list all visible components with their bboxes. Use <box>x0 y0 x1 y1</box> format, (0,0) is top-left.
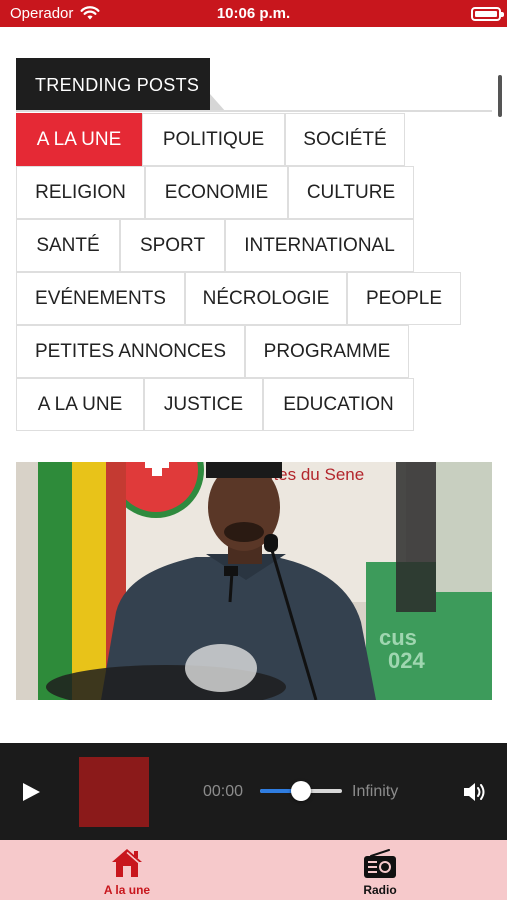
category-programme[interactable]: PROGRAMME <box>245 325 409 378</box>
category-petites-annonces[interactable]: PETITES ANNONCES <box>16 325 245 378</box>
category-sante[interactable]: SANTÉ <box>16 219 120 272</box>
status-bar: Operador 10:06 p.m. <box>0 0 507 27</box>
trending-posts-header: TRENDING POSTS <box>16 58 210 112</box>
tab-label: A la une <box>103 883 151 897</box>
volume-slider-thumb[interactable] <box>291 781 311 801</box>
volume-slider[interactable] <box>260 781 342 801</box>
category-label: PEOPLE <box>365 287 443 309</box>
category-label: RELIGION <box>35 181 126 203</box>
category-a-la-une-2[interactable]: A LA UNE <box>16 378 144 431</box>
category-label: SOCIÉTÉ <box>303 128 387 150</box>
audio-player: 00:00 Infinity <box>0 743 507 840</box>
category-label: NÉCROLOGIE <box>202 287 330 309</box>
category-label: POLITIQUE <box>162 128 265 150</box>
current-time: 00:00 <box>203 783 244 800</box>
category-label: ECONOMIE <box>164 181 269 203</box>
battery-icon <box>471 7 504 21</box>
category-label: PROGRAMME <box>263 340 391 362</box>
category-evenements[interactable]: EVÉNEMENTS <box>16 272 185 325</box>
volume-icon[interactable] <box>462 781 488 803</box>
category-label: INTERNATIONAL <box>244 234 395 256</box>
home-icon <box>112 849 142 877</box>
category-label: EDUCATION <box>283 393 394 415</box>
radio-icon <box>364 849 396 878</box>
tab-label: Radio <box>363 883 397 897</box>
category-label: SANTÉ <box>36 234 100 256</box>
album-art <box>79 757 149 827</box>
category-a-la-une[interactable]: A LA UNE <box>16 113 142 175</box>
category-economie[interactable]: ECONOMIE <box>145 166 288 219</box>
category-label: PETITES ANNONCES <box>34 340 227 362</box>
category-international[interactable]: INTERNATIONAL <box>225 219 414 272</box>
scroll-indicator[interactable] <box>498 75 502 117</box>
category-label: EVÉNEMENTS <box>35 287 166 309</box>
category-societe[interactable]: SOCIÉTÉ <box>285 113 405 166</box>
tab-bar: A la une Radio <box>0 840 507 900</box>
banner-text-2: cus <box>379 625 417 650</box>
featured-post-image[interactable]: otes du Sene cus 024 <box>16 462 492 700</box>
category-label: A LA UNE <box>37 393 123 415</box>
category-people[interactable]: PEOPLE <box>347 272 461 325</box>
category-label: A LA UNE <box>36 128 122 150</box>
category-justice[interactable]: JUSTICE <box>144 378 263 431</box>
category-sport[interactable]: SPORT <box>120 219 225 272</box>
trending-divider <box>16 110 492 112</box>
category-culture[interactable]: CULTURE <box>288 166 414 219</box>
featured-photo: otes du Sene cus 024 <box>16 462 492 700</box>
category-necrologie[interactable]: NÉCROLOGIE <box>185 272 347 325</box>
total-time: Infinity <box>352 783 399 800</box>
clock: 10:06 p.m. <box>216 5 291 22</box>
banner-text-3: 024 <box>388 648 425 673</box>
tab-radio[interactable]: Radio <box>315 840 445 900</box>
category-label: JUSTICE <box>163 393 244 415</box>
category-label: CULTURE <box>306 181 396 203</box>
category-religion[interactable]: RELIGION <box>16 166 145 219</box>
tab-a-la-une[interactable]: A la une <box>62 840 192 900</box>
play-icon[interactable] <box>20 781 42 803</box>
category-label: SPORT <box>139 234 206 256</box>
category-politique[interactable]: POLITIQUE <box>142 113 285 166</box>
category-education[interactable]: EDUCATION <box>263 378 414 431</box>
